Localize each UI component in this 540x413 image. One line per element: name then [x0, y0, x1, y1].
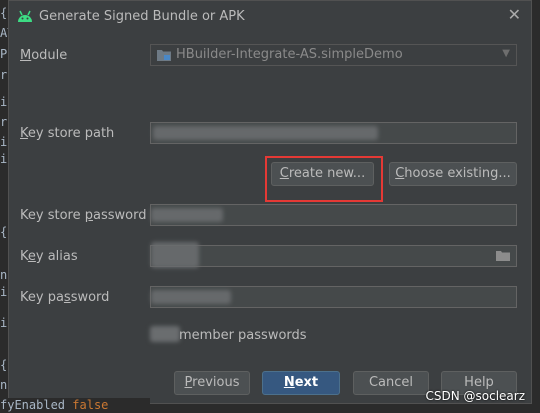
next-button[interactable]: Next [262, 371, 340, 395]
key-store-password-field[interactable] [150, 204, 517, 226]
folder-icon[interactable] [496, 250, 510, 262]
editor-text-fragment: { [0, 6, 8, 20]
module-value: HBuilder-Integrate-AS.simpleDemo [176, 47, 403, 62]
background-code-line: fyEnabled false [0, 398, 150, 413]
highlight-annotation [265, 156, 383, 202]
key-password-field[interactable] [150, 286, 517, 308]
watermark: CSDN @soclearz [425, 389, 525, 403]
editor-text-fragment: { [0, 358, 8, 372]
choose-existing-button[interactable]: Choose existing... [389, 162, 517, 186]
key-store-password-label: Key store password [20, 208, 147, 223]
module-select[interactable]: HBuilder-Integrate-AS.simpleDemo ▼ [150, 44, 517, 66]
module-label: Module [20, 48, 68, 63]
android-icon [18, 10, 32, 22]
generate-signed-bundle-dialog: Generate Signed Bundle or APK ✕ Module H… [8, 0, 532, 404]
redacted-value [153, 126, 378, 140]
redacted-value [151, 290, 231, 304]
remember-passwords-checkbox[interactable] [150, 326, 180, 342]
close-icon[interactable]: ✕ [508, 5, 521, 24]
key-store-path-field[interactable] [150, 122, 517, 144]
chevron-down-icon: ▼ [502, 48, 510, 59]
dialog-titlebar: Generate Signed Bundle or APK ✕ [9, 1, 531, 31]
module-folder-icon [157, 50, 171, 61]
remember-passwords-label: member passwords [179, 328, 307, 343]
cancel-button[interactable]: Cancel [353, 371, 429, 395]
dialog-title: Generate Signed Bundle or APK [39, 9, 245, 24]
key-password-label: Key password [20, 290, 110, 305]
previous-button[interactable]: Previous [174, 371, 250, 395]
key-store-path-label: Key store path [20, 126, 115, 141]
redacted-value [151, 242, 199, 268]
key-alias-label: Key alias [20, 249, 78, 264]
editor-text-fragment: { [0, 225, 8, 239]
key-alias-field[interactable] [150, 242, 517, 268]
redacted-value [151, 208, 223, 222]
